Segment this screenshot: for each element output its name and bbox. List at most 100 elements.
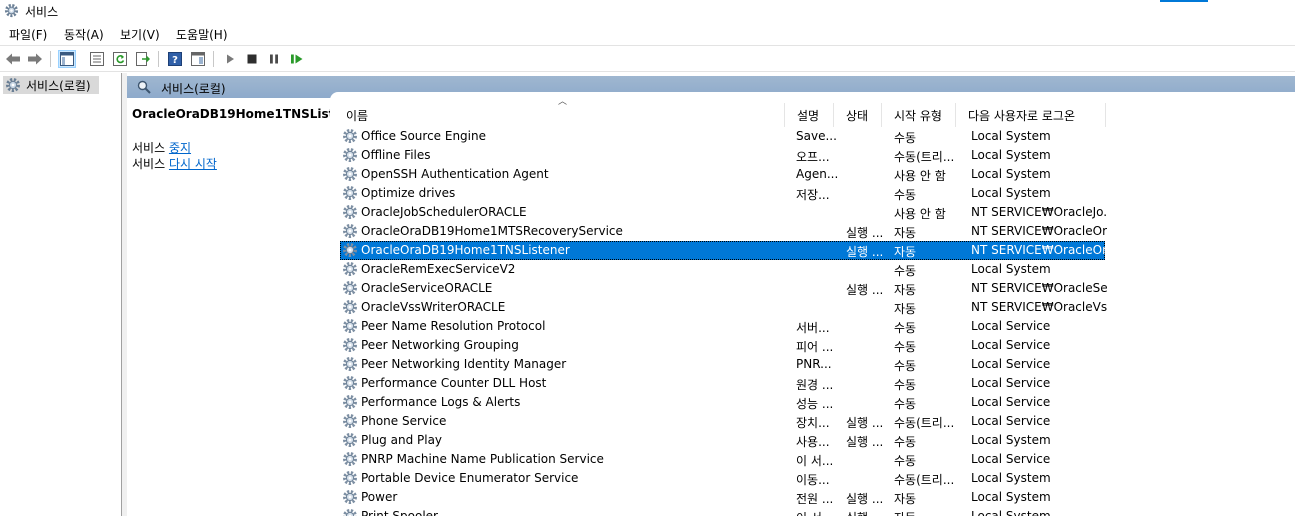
service-description: 저장... (796, 188, 830, 202)
pause-service-icon[interactable] (265, 50, 283, 68)
column-header-status[interactable]: 상태 (834, 103, 882, 127)
service-row[interactable]: OracleVssWriterORACLE 자동 NT SERVICE₩Oracle… (340, 298, 1107, 317)
menu-bar: 파일(F) 동작(A) 보기(V) 도움말(H) (0, 22, 1295, 44)
service-gear-icon (343, 452, 357, 466)
service-startup-type: 자동 (894, 492, 917, 506)
service-log-on-as: NT SERVICE₩OracleOr... (971, 243, 1107, 257)
service-log-on-as: Local Service (971, 452, 1051, 466)
service-log-on-as: Local Service (971, 357, 1051, 371)
toolbar: ? (0, 45, 1295, 72)
refresh-icon[interactable] (111, 50, 129, 68)
service-description: 이동... (796, 473, 830, 487)
service-startup-type: 수동 (894, 131, 917, 145)
service-status: 실행 ... (846, 416, 884, 430)
column-header-name[interactable]: 이름 (334, 103, 785, 127)
column-header-startup-type[interactable]: 시작 유형 (882, 103, 956, 127)
column-header-description[interactable]: 설명 (785, 103, 834, 127)
service-gear-icon (343, 414, 357, 428)
service-startup-type: 수동 (894, 188, 917, 202)
service-log-on-as: Local Service (971, 395, 1051, 409)
service-row[interactable]: OracleOraDB19Home1MTSRecoveryService 실행 .… (340, 222, 1107, 241)
service-startup-type: 수동 (894, 264, 917, 278)
service-row[interactable]: Peer Networking Grouping 피어 ... 수동 Local Se… (340, 336, 1105, 355)
menu-view[interactable]: 보기(V) (120, 26, 160, 43)
service-log-on-as: Local System (971, 167, 1051, 181)
menu-action[interactable]: 동작(A) (64, 26, 104, 43)
menu-file[interactable]: 파일(F) (9, 26, 47, 43)
service-row[interactable]: Optimize drives 저장... 수동 Local System (340, 184, 1105, 203)
service-startup-type: 수동(트리... (894, 473, 955, 487)
service-log-on-as: Local Service (971, 376, 1051, 390)
restart-service-icon[interactable] (288, 50, 306, 68)
service-row[interactable]: OracleServiceORACLE 실행 ... 자동 NT SERVICE₩Or… (340, 279, 1107, 298)
service-description: Save... (796, 129, 837, 143)
service-row[interactable]: Portable Device Enumerator Service 이동... 수… (340, 469, 1105, 488)
column-header-log-on-as[interactable]: 다음 사용자로 로그온 (956, 103, 1106, 127)
service-name: Office Source Engine (361, 129, 486, 143)
service-startup-type: 수동 (894, 397, 917, 411)
service-gear-icon (343, 300, 357, 314)
restart-service-link[interactable]: 다시 시작 (169, 157, 217, 171)
service-startup-type: 사용 안 함 (894, 169, 946, 183)
service-status: 실행 ... (846, 226, 884, 240)
console-tree: 서비스(로컬) (0, 73, 122, 516)
menu-help[interactable]: 도움말(H) (176, 26, 228, 43)
service-startup-type: 수동 (894, 340, 917, 354)
service-row[interactable]: Plug and Play 사용... 실행 ... 수동 Local System (340, 431, 1105, 450)
stop-service-icon[interactable] (243, 50, 261, 68)
service-gear-icon (343, 243, 357, 257)
properties-icon[interactable] (88, 50, 106, 68)
toolbar-separator (158, 51, 159, 67)
search-magnifier-icon (137, 80, 151, 94)
help-icon[interactable]: ? (166, 50, 184, 68)
service-description: 이 서... (796, 454, 834, 468)
service-row[interactable]: OracleOraDB19Home1TNSListener 실행 ... 자동 NT … (340, 241, 1107, 260)
service-log-on-as: NT SERVICE₩OracleOr... (971, 224, 1107, 238)
service-description: 오프... (796, 150, 830, 164)
forward-arrow-icon[interactable] (26, 50, 44, 68)
show-hide-console-tree-icon[interactable] (58, 50, 76, 68)
service-gear-icon (343, 148, 357, 162)
back-arrow-icon[interactable] (4, 50, 22, 68)
services-list: ︿ 이름 설명 상태 시작 유형 다음 사용자로 로그온 Office Sour… (330, 92, 1295, 516)
tree-node-services-local[interactable]: 서비스(로컬) (3, 76, 99, 94)
service-startup-type: 수동 (894, 454, 917, 468)
start-service-icon[interactable] (221, 50, 239, 68)
service-log-on-as: NT SERVICE₩OracleSe... (971, 281, 1107, 295)
service-row[interactable]: OpenSSH Authentication Agent Agen... 사용 안 … (340, 165, 1105, 184)
service-row[interactable]: OracleJobSchedulerORACLE 사용 안 함 NT SERVICE… (340, 203, 1107, 222)
restart-service-action: 서비스 다시 시작 (132, 155, 217, 172)
stop-service-link[interactable]: 중지 (169, 141, 191, 155)
service-log-on-as: Local System (971, 509, 1051, 516)
show-hide-action-pane-icon[interactable] (189, 50, 207, 68)
service-description: 이 서... (796, 509, 842, 516)
service-row[interactable]: Offline Files 오프... 수동(트리... Local System (340, 146, 1105, 165)
service-description: 원경 ... (796, 378, 834, 392)
service-name: OracleJobSchedulerORACLE (361, 205, 527, 219)
service-row[interactable]: Performance Counter DLL Host 원경 ... 수동 Loca… (340, 374, 1105, 393)
toolbar-separator (213, 51, 214, 67)
export-list-icon[interactable] (134, 50, 152, 68)
service-row[interactable]: Performance Logs & Alerts 성능 ... 수동 Local S… (340, 393, 1105, 412)
service-row[interactable]: Power 전원 ... 실행 ... 자동 Local System (340, 488, 1105, 507)
service-row[interactable]: Peer Name Resolution Protocol 서버... 수동 Loca… (340, 317, 1105, 336)
service-row[interactable]: PNRP Machine Name Publication Service 이 서… (340, 450, 1105, 469)
service-status: 실행 ... (846, 245, 884, 259)
service-row[interactable]: Print Spooler 이 서... 실행 ...자동 Local System (340, 507, 1105, 516)
service-name: Plug and Play (361, 433, 443, 447)
action-prefix: 서비스 (132, 157, 169, 171)
service-startup-type: 자동 (894, 302, 917, 316)
service-row[interactable]: Peer Networking Identity Manager PNR... 수동… (340, 355, 1105, 374)
service-status: 실행 ... (846, 435, 884, 449)
service-gear-icon (343, 509, 357, 516)
service-row[interactable]: Office Source Engine Save... 수동 Local Syste… (340, 127, 1105, 146)
service-log-on-as: Local Service (971, 319, 1051, 333)
services-panel: 서비스(로컬) OracleOraDB19Home1TNSListener 서비… (127, 76, 1295, 516)
service-description: 서버... (796, 321, 830, 335)
service-gear-icon (343, 376, 357, 390)
service-row[interactable]: OracleRemExecServiceV2 수동 Local System (340, 260, 1105, 279)
service-startup-type: 수동 (894, 321, 917, 335)
service-gear-icon (343, 262, 357, 276)
window-title: 서비스 (25, 5, 59, 19)
service-row[interactable]: Phone Service 장치... 실행 ... 수동(트리... Local Se… (340, 412, 1105, 431)
